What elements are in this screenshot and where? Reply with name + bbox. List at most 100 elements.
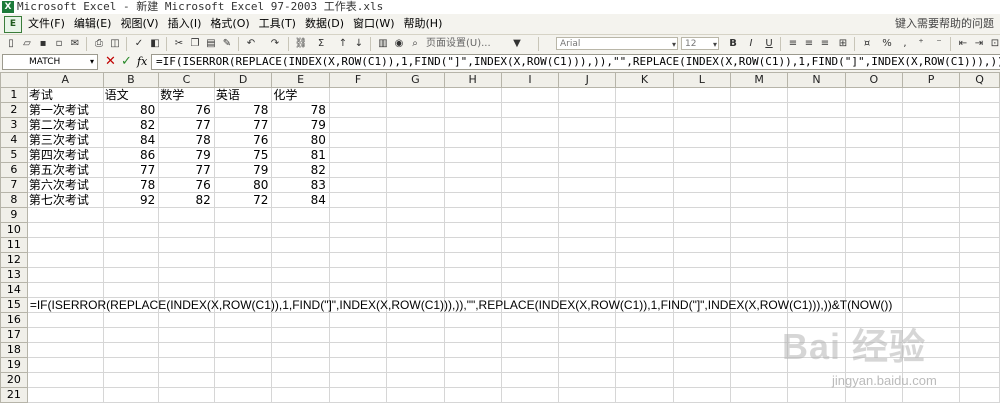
cell[interactable] [26, 372, 104, 388]
cell[interactable] [558, 87, 617, 103]
borders-icon[interactable]: ⊡ [988, 37, 1000, 50]
cell[interactable]: 考试 [26, 87, 104, 103]
cell[interactable] [672, 252, 731, 268]
cell[interactable] [844, 207, 903, 223]
cell[interactable] [158, 252, 215, 268]
cell[interactable] [672, 267, 731, 283]
cell[interactable]: 75 [213, 147, 273, 163]
cell[interactable] [443, 117, 502, 133]
cell[interactable] [901, 297, 961, 313]
column-header[interactable]: Q [959, 72, 1000, 88]
save-icon[interactable]: ▪ [36, 37, 50, 50]
enter-icon[interactable]: ✓ [121, 54, 132, 70]
merge-center-icon[interactable]: ⊞ [836, 37, 850, 50]
cell[interactable] [844, 117, 903, 133]
row-header[interactable]: 18 [0, 342, 28, 358]
menu-item[interactable]: 工具(T) [259, 14, 305, 34]
cell[interactable] [787, 222, 846, 238]
cell[interactable] [26, 312, 104, 328]
outdent-icon[interactable]: ⇥ [972, 37, 986, 50]
cell[interactable] [443, 267, 502, 283]
cell[interactable] [901, 252, 961, 268]
cell[interactable] [386, 267, 445, 283]
cell[interactable] [844, 222, 903, 238]
cell[interactable]: 第一次考试 [26, 102, 104, 118]
cell[interactable]: 80 [213, 177, 273, 193]
cell[interactable] [672, 207, 731, 223]
cell[interactable] [328, 207, 388, 223]
row-header[interactable]: 19 [0, 357, 28, 373]
cell[interactable] [26, 387, 104, 403]
cell[interactable]: 83 [271, 177, 330, 193]
cell[interactable] [213, 282, 273, 298]
cell[interactable] [500, 237, 560, 253]
cell[interactable] [615, 252, 674, 268]
cell[interactable] [26, 357, 104, 373]
cell[interactable] [271, 327, 330, 343]
cell[interactable]: 77 [158, 162, 215, 178]
cell[interactable] [615, 387, 674, 403]
cell[interactable]: 92 [102, 192, 160, 208]
cell[interactable] [729, 192, 789, 208]
cell[interactable]: 77 [158, 117, 215, 133]
cell[interactable] [213, 252, 273, 268]
cell[interactable] [271, 342, 330, 358]
cell[interactable] [615, 102, 674, 118]
cell[interactable] [328, 342, 388, 358]
cell[interactable] [102, 357, 160, 373]
bold-button[interactable]: B [726, 37, 740, 50]
cell[interactable] [787, 102, 846, 118]
cell[interactable] [158, 372, 215, 388]
cell[interactable] [672, 372, 731, 388]
cell[interactable] [959, 147, 1000, 163]
autosum-icon[interactable]: Σ [314, 37, 328, 50]
row-header[interactable]: 13 [0, 267, 28, 283]
research-icon[interactable]: ◧ [148, 37, 162, 50]
cell[interactable] [729, 162, 789, 178]
cell[interactable] [158, 237, 215, 253]
cell[interactable] [328, 282, 388, 298]
cell[interactable]: 76 [158, 177, 215, 193]
cell[interactable] [443, 357, 502, 373]
cell[interactable] [386, 237, 445, 253]
cell[interactable] [959, 267, 1000, 283]
cell[interactable] [844, 312, 903, 328]
decrease-decimal-icon[interactable]: ⁻ [932, 37, 946, 50]
undo-icon[interactable]: ↶ [244, 37, 258, 50]
hyperlink-icon[interactable]: ⛓ [294, 37, 308, 50]
worksheet-grid[interactable]: A B C D E F G H I J K L M N O P Q 1 考试 语文 数学 英语 化学 2 第一次考试 80 76 78… [0, 72, 1000, 405]
cell[interactable] [558, 207, 617, 223]
cell[interactable] [443, 192, 502, 208]
cell[interactable] [443, 312, 502, 328]
cell[interactable] [615, 222, 674, 238]
cell[interactable] [158, 312, 215, 328]
column-header[interactable]: L [672, 72, 731, 88]
cut-icon[interactable]: ✂ [172, 37, 186, 50]
cell[interactable] [672, 222, 731, 238]
cell[interactable] [500, 207, 560, 223]
cell[interactable] [328, 147, 388, 163]
cell[interactable] [615, 192, 674, 208]
cell[interactable]: 72 [213, 192, 273, 208]
select-all-corner[interactable] [0, 72, 28, 88]
cell[interactable] [158, 387, 215, 403]
row-header[interactable]: 15 [0, 297, 28, 313]
cell[interactable] [787, 327, 846, 343]
cell[interactable] [672, 327, 731, 343]
cell[interactable] [386, 222, 445, 238]
cell[interactable] [901, 162, 961, 178]
cell[interactable] [500, 267, 560, 283]
menu-item[interactable]: 帮助(H) [404, 14, 452, 34]
cell[interactable] [844, 162, 903, 178]
cell[interactable] [787, 387, 846, 403]
cell[interactable]: 78 [271, 102, 330, 118]
cell[interactable] [328, 162, 388, 178]
document-icon[interactable]: E [4, 16, 22, 33]
cell[interactable] [615, 207, 674, 223]
cell[interactable] [500, 327, 560, 343]
cell[interactable] [213, 387, 273, 403]
cell[interactable]: 77 [102, 162, 160, 178]
cell[interactable] [443, 252, 502, 268]
cell[interactable] [844, 342, 903, 358]
cell[interactable] [672, 312, 731, 328]
